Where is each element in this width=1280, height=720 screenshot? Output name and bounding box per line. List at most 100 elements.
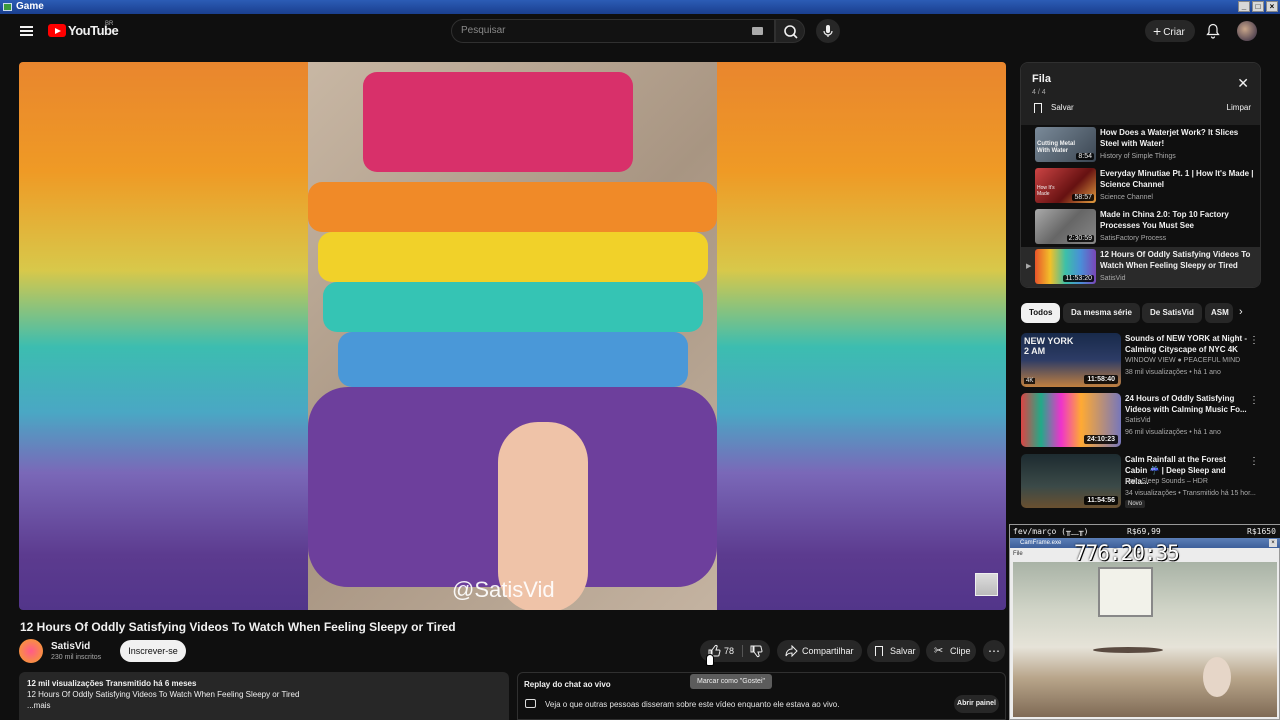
app-icon xyxy=(3,3,12,11)
queue-item[interactable]: 2:30:59 Made in China 2.0: Top 10 Factor… xyxy=(1021,207,1260,248)
scissors-icon: ✂ xyxy=(934,645,944,657)
clip-label: Clipe xyxy=(950,646,971,656)
chip-from-channel[interactable]: De SatisVid xyxy=(1142,303,1202,323)
rec-duration: 24:10:23 xyxy=(1083,435,1118,444)
save-label: Salvar xyxy=(890,646,916,656)
description-more[interactable]: ...mais xyxy=(27,700,501,711)
chip-same-series[interactable]: Da mesma série xyxy=(1063,303,1140,323)
channel-name[interactable]: SatisVid xyxy=(51,641,90,652)
rec-duration: 11:54:56 xyxy=(1084,496,1118,505)
account-avatar[interactable] xyxy=(1237,21,1257,41)
stream-timer: 776:20:35 xyxy=(1074,541,1180,565)
chip-all[interactable]: Todos xyxy=(1021,303,1061,323)
bookmark-icon[interactable] xyxy=(1034,103,1042,113)
more-actions-button[interactable]: ⋯ xyxy=(983,640,1005,662)
country-code: BR xyxy=(105,21,114,27)
doll-in-feed xyxy=(1203,657,1231,697)
search-input[interactable]: Pesquisar xyxy=(451,19,775,43)
subscribe-button[interactable]: Inscrever-se xyxy=(120,640,186,662)
description-text: 12 Hours Of Oddly Satisfying Videos To W… xyxy=(27,690,300,699)
queue-save-button[interactable]: Salvar xyxy=(1051,103,1074,112)
voice-search-button[interactable] xyxy=(816,19,840,43)
more-vert-icon[interactable]: ⋮ xyxy=(1249,395,1259,406)
maximize-button[interactable]: □ xyxy=(1252,1,1264,12)
more-vert-icon[interactable]: ⋮ xyxy=(1249,456,1259,467)
queue-item-title: How Does a Waterjet Work? It Slices Stee… xyxy=(1100,128,1239,148)
rec-thumb-text: NEW YORK 2 AM xyxy=(1024,336,1074,356)
channel-avatar[interactable] xyxy=(19,639,43,663)
open-chat-panel-button[interactable]: Abrir painel xyxy=(954,695,999,713)
mouse-cursor xyxy=(706,654,714,666)
queue-item-channel: History of Simple Things xyxy=(1100,153,1176,160)
queue-clear-button[interactable]: Limpar xyxy=(1227,103,1251,112)
video-watermark: @SatisVid xyxy=(452,577,555,602)
chip-asmr[interactable]: ASM xyxy=(1205,303,1233,323)
queue-item[interactable]: Cutting Metal With Water 8:54 How Does a… xyxy=(1021,125,1260,166)
queue-thumb-text: How It's Made xyxy=(1037,185,1055,197)
video-player[interactable]: @SatisVid xyxy=(19,62,1006,610)
new-badge: Novo xyxy=(1125,500,1146,508)
keyboard-icon[interactable] xyxy=(752,27,763,35)
bookmark-icon xyxy=(875,646,883,656)
recommendation-item[interactable]: 11:54:56 Calm Rainfall at the Forest Cab… xyxy=(1020,454,1263,510)
rec-title: 24 Hours of Oddly Satisfying Videos with… xyxy=(1125,394,1247,414)
minimize-button[interactable]: _ xyxy=(1238,1,1250,12)
close-icon[interactable]: ✕ xyxy=(1237,75,1249,92)
queue-thumbnail: How It's Made 58:57 xyxy=(1035,168,1096,203)
create-label: Criar xyxy=(1163,27,1185,38)
recommendation-thumbnail: NEW YORK 2 AM 4K 11:58:40 xyxy=(1021,333,1121,387)
dislike-icon[interactable] xyxy=(749,644,763,658)
queue-thumbnail: 11:53:20 xyxy=(1035,249,1096,284)
queue-header xyxy=(1021,63,1260,125)
channel-watermark-badge[interactable] xyxy=(975,573,998,596)
rec-channel: SatisVid xyxy=(1125,417,1151,424)
create-button[interactable]: + Criar xyxy=(1145,20,1195,42)
camera-file-menu[interactable]: File xyxy=(1013,551,1023,557)
queue-item-title: Made in China 2.0: Top 10 Factory Proces… xyxy=(1100,210,1229,230)
video-title: 12 Hours Of Oddly Satisfying Videos To W… xyxy=(20,620,456,634)
rec-duration: 11:58:40 xyxy=(1084,375,1118,384)
chat-title: Replay do chat ao vivo xyxy=(524,680,611,689)
clip-button[interactable]: ✂ Clipe xyxy=(926,640,976,662)
youtube-logo-icon[interactable] xyxy=(48,24,66,37)
divider xyxy=(742,645,743,657)
close-window-button[interactable]: × xyxy=(1266,1,1278,12)
overlay-price-2: R$1650 xyxy=(1247,527,1276,536)
description-meta: 12 mil visualizações Transmitido há 6 me… xyxy=(27,679,197,688)
table-in-feed xyxy=(1093,647,1163,653)
queue-title: Fila xyxy=(1032,73,1051,85)
queue-item[interactable]: How It's Made 58:57 Everyday Minutiae Pt… xyxy=(1021,166,1260,207)
share-button[interactable]: Compartilhar xyxy=(777,640,862,662)
queue-count: 4 / 4 xyxy=(1032,89,1046,96)
queue-duration: 11:53:20 xyxy=(1063,275,1094,282)
like-count: 78 xyxy=(724,646,735,656)
menu-icon[interactable] xyxy=(20,26,33,36)
recommendation-thumbnail: 11:54:56 xyxy=(1021,454,1121,508)
queue-item-current[interactable]: ▶ 11:53:20 12 Hours Of Oddly Satisfying … xyxy=(1021,247,1260,287)
recommendation-item[interactable]: NEW YORK 2 AM 4K 11:58:40 Sounds of NEW … xyxy=(1020,333,1263,389)
queue-item-channel: SatisFactory Process xyxy=(1100,235,1167,242)
queue-duration: 2:30:59 xyxy=(1066,235,1094,242)
search-icon xyxy=(784,25,798,39)
camera-close-icon[interactable]: × xyxy=(1269,539,1277,547)
overlay-info-bar: fev/março (╥﹏╥) R$69,99 R$1650 xyxy=(1010,525,1280,538)
now-playing-icon: ▶ xyxy=(1026,263,1032,270)
recommendation-item[interactable]: 24:10:23 24 Hours of Oddly Satisfying Vi… xyxy=(1020,393,1263,449)
window-in-feed xyxy=(1098,567,1153,617)
rec-channel: Rain Sleep Sounds – HDR xyxy=(1125,478,1208,485)
rec-channel: WINDOW VIEW ● PEACEFUL MIND xyxy=(1125,357,1241,364)
queue-item-channel: SatisVid xyxy=(1100,275,1126,282)
queue-thumbnail: Cutting Metal With Water 8:54 xyxy=(1035,127,1096,162)
description-box[interactable]: 12 mil visualizações Transmitido há 6 me… xyxy=(19,672,509,720)
video-frame: @SatisVid xyxy=(308,62,717,610)
subscriber-count: 230 mil inscritos xyxy=(51,654,102,661)
live-chat-replay: Replay do chat ao vivo Veja o que outras… xyxy=(517,672,1006,720)
queue-duration: 8:54 xyxy=(1076,153,1094,160)
rec-title: Sounds of NEW YORK at Night - Calming Ci… xyxy=(1125,334,1248,354)
notifications-bell-icon[interactable] xyxy=(1206,23,1220,39)
search-button[interactable] xyxy=(775,19,805,43)
chevron-right-icon[interactable]: › xyxy=(1239,306,1243,318)
save-button[interactable]: Salvar xyxy=(867,640,920,662)
queue-duration: 58:57 xyxy=(1072,194,1094,201)
more-vert-icon[interactable]: ⋮ xyxy=(1249,335,1259,346)
